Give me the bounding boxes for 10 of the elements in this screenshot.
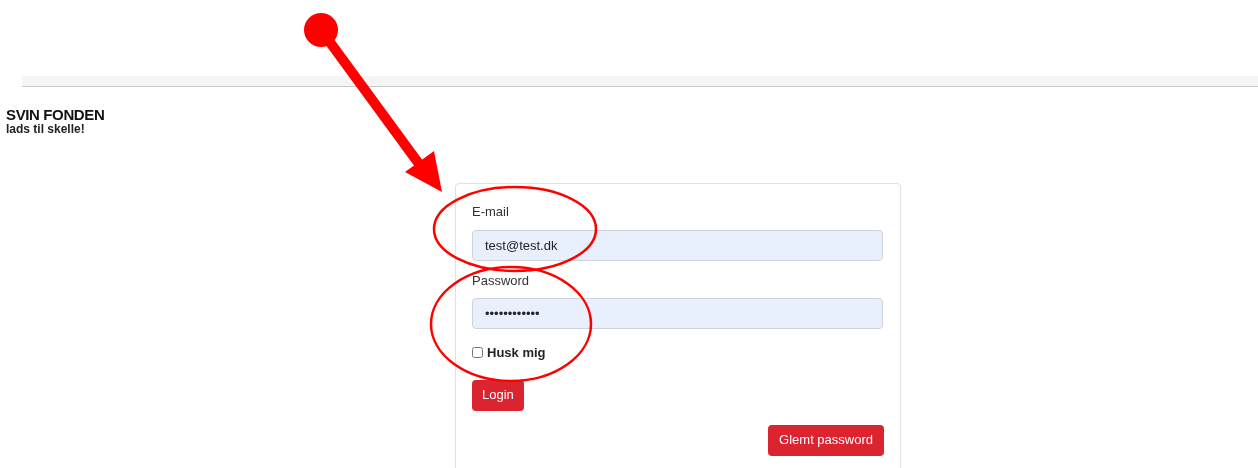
field-label: Password [472, 271, 530, 290]
input-field[interactable]: test@test.dk [472, 229, 883, 261]
logo-tagline: lads til skelle! [6, 123, 85, 135]
input-field[interactable]: •••••••••••• [472, 298, 883, 329]
checkbox[interactable] [472, 347, 483, 359]
forgot-password-button[interactable]: Glemt password [768, 424, 884, 456]
field-label: E-mail [472, 203, 509, 221]
login-button[interactable]: Login [472, 379, 524, 411]
checkbox-label: Husk mig [487, 344, 546, 362]
logo-title: SVIN FONDEN [6, 107, 105, 122]
